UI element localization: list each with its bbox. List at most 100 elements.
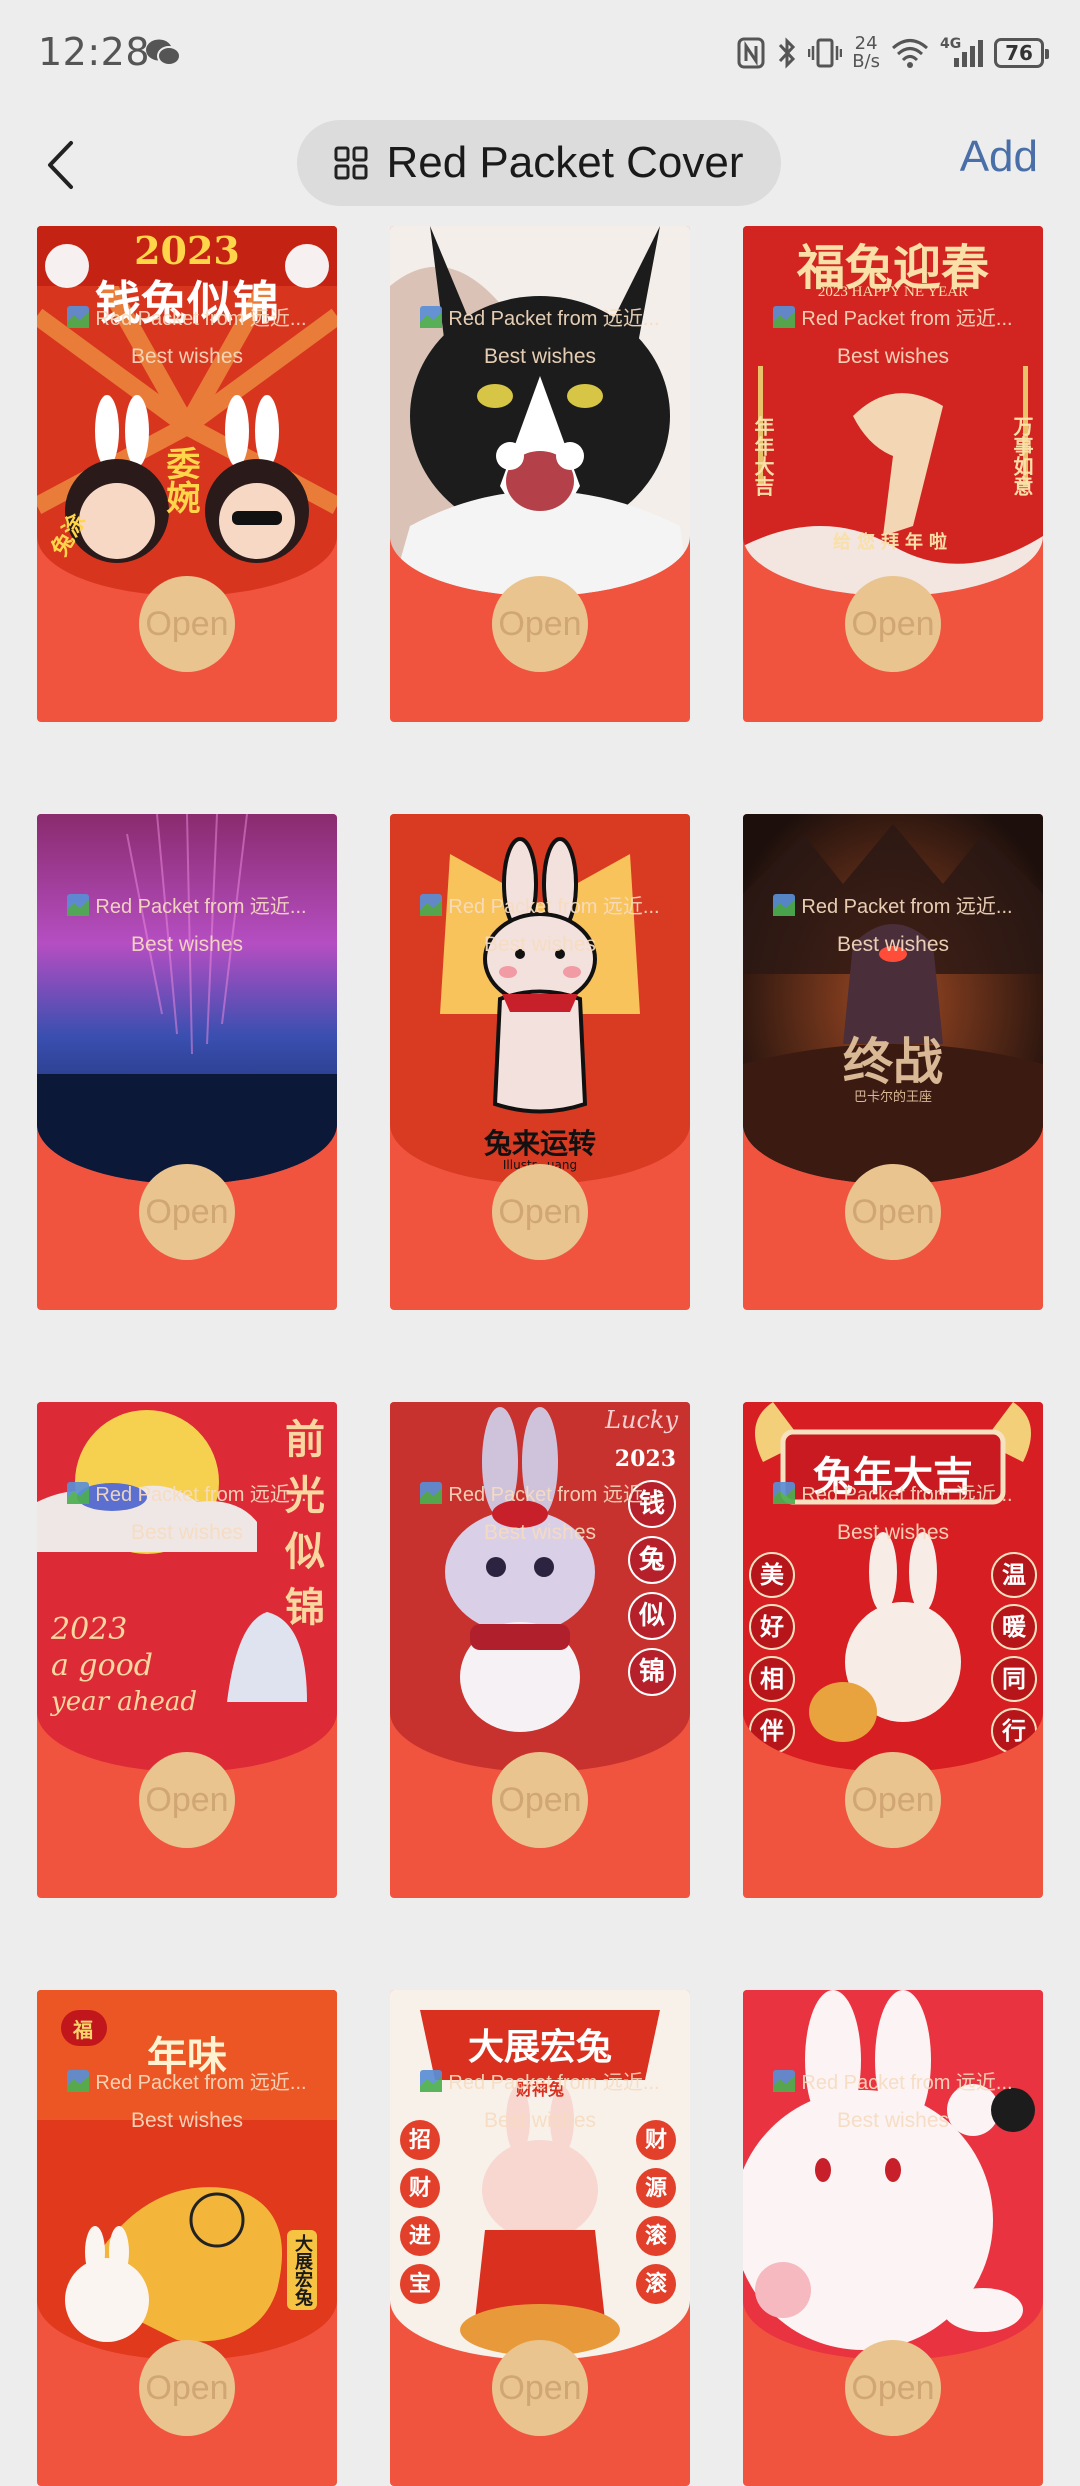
rabbit-couple-art: 2023 钱兔似锦 委婉 兔涂: [37, 226, 337, 596]
battery-icon: 76: [994, 38, 1049, 68]
nav-bar: Red Packet Cover Add: [0, 110, 1080, 220]
open-button[interactable]: Open: [845, 2340, 941, 2436]
art-greeting: 给您拜年啦: [833, 532, 953, 553]
fortune-rabbit-art: 大展宏兔 财神兔 招 财 进 宝 财 源 滚 滚: [390, 1990, 690, 2360]
art-vertical-text: 前 光 似 锦: [285, 1412, 325, 1636]
red-packet-card[interactable]: 前 光 似 锦 2023 a good year ahead Red Packe…: [37, 1402, 337, 1898]
art-char: 源: [636, 2168, 676, 2208]
open-button[interactable]: Open: [845, 1164, 941, 1260]
battery-level: 76: [1005, 41, 1033, 65]
art-char: 锦: [285, 1584, 325, 1631]
art-title: 兔年大吉: [813, 1453, 973, 1500]
red-packet-card[interactable]: 兔年大吉 美 好 相 伴 温 暖 同 行 Red Packet from 远近.…: [743, 1402, 1043, 1898]
art-center-text: 委婉: [160, 446, 200, 514]
art-char: 锦: [628, 1648, 676, 1696]
open-button[interactable]: Open: [492, 2340, 588, 2436]
moon-rabbit-art: 前 光 似 锦 2023 a good year ahead: [37, 1402, 337, 1772]
status-time: 12:28: [38, 30, 151, 74]
wifi-icon: [892, 39, 928, 68]
open-button[interactable]: Open: [139, 1752, 235, 1848]
art-char: 宝: [400, 2264, 440, 2304]
bluetooth-icon: [779, 37, 796, 69]
art-char: 前: [285, 1416, 325, 1463]
art-left-column: 招 财 进 宝: [400, 2120, 444, 2304]
rabbit-mascot-art: 兔年大吉 美 好 相 伴 温 暖 同 行: [743, 1402, 1043, 1772]
add-button[interactable]: Add: [960, 132, 1038, 182]
cellular-signal-icon: 4G: [940, 36, 984, 70]
white-rabbit-art: [743, 1990, 1043, 2360]
art-char: 相: [749, 1656, 795, 1702]
wechat-icon: [146, 39, 181, 66]
vibrate-icon: [808, 38, 843, 68]
open-button[interactable]: Open: [492, 576, 588, 672]
open-button[interactable]: Open: [139, 1164, 235, 1260]
art-char: 滚: [636, 2264, 676, 2304]
open-button[interactable]: Open: [845, 576, 941, 672]
game-art: 终战 巴卡尔的王座: [743, 814, 1043, 1184]
art-line: year ahead: [51, 1687, 198, 1717]
back-button[interactable]: [30, 130, 90, 200]
open-button[interactable]: Open: [139, 576, 235, 672]
art-side-text: 大展宏兔: [287, 2230, 317, 2310]
art-char: 财: [636, 2120, 676, 2160]
dragon-art: 福 年味 大展宏兔: [37, 1990, 337, 2360]
aurora-art: [37, 814, 337, 1184]
art-right-column: 温 暖 同 行: [991, 1552, 1037, 1754]
open-button[interactable]: Open: [845, 1752, 941, 1848]
network-speed-unit: B/s: [852, 51, 880, 72]
art-char: 同: [991, 1656, 1037, 1702]
page-title: Red Packet Cover: [386, 138, 744, 187]
cover-grid: 2023 钱兔似锦 委婉 兔涂 Red Packet from 远近... Be…: [0, 224, 1080, 2486]
grid-icon: [334, 146, 368, 180]
art-char: 伴: [749, 1708, 795, 1754]
red-packet-card[interactable]: Lucky 2023 钱 兔 似 锦 Red Packet from 远近...…: [390, 1402, 690, 1898]
art-right-text: 万事如意: [1010, 416, 1034, 496]
art-title: 年味: [147, 2033, 227, 2080]
art-char: 温: [991, 1552, 1037, 1598]
art-title: 终战: [843, 1032, 943, 1091]
art-line: a good: [51, 1648, 153, 1683]
art-left-column: 美 好 相 伴: [749, 1552, 795, 1754]
art-char: 滚: [636, 2216, 676, 2256]
cartoon-rabbit-art: 兔来运转 Illustr...uang: [390, 814, 690, 1184]
art-title: 兔来运转: [483, 1127, 596, 1160]
art-char: 招: [400, 2120, 440, 2160]
title-pill[interactable]: Red Packet Cover: [297, 120, 781, 206]
art-char: 钱: [628, 1480, 676, 1528]
art-char: 兔: [628, 1536, 676, 1584]
red-packet-card[interactable]: 大展宏兔 财神兔 招 财 进 宝 财 源 滚 滚 Red Packet from…: [390, 1990, 690, 2486]
art-char: 光: [285, 1472, 325, 1519]
chevron-left-icon: [48, 141, 73, 189]
art-lucky: Lucky: [605, 1406, 678, 1434]
red-packet-card[interactable]: 福兔迎春 2023 HAPPY NE YEAR 年年大吉 万事如意 给您拜年啦 …: [743, 226, 1043, 722]
art-right-column: 财 源 滚 滚: [636, 2120, 680, 2304]
status-indicators: 24 B/s 4G 76: [736, 28, 1049, 78]
art-vertical-text: 钱 兔 似 锦: [628, 1480, 678, 1696]
open-button[interactable]: Open: [492, 1164, 588, 1260]
art-char: 美: [749, 1552, 795, 1598]
red-packet-card[interactable]: Red Packet from 远近... Best wishes Open: [390, 226, 690, 722]
art-year: 2023: [614, 1446, 676, 1472]
red-packet-card[interactable]: Red Packet from 远近... Best wishes Open: [37, 814, 337, 1310]
red-packet-card[interactable]: Red Packet from 远近... Best wishes Open: [743, 1990, 1043, 2486]
art-char: 财: [400, 2168, 440, 2208]
art-char: 似: [285, 1528, 325, 1575]
red-packet-card[interactable]: 2023 钱兔似锦 委婉 兔涂 Red Packet from 远近... Be…: [37, 226, 337, 722]
open-button[interactable]: Open: [139, 2340, 235, 2436]
status-bar: 12:28 24 B/s 4G 76: [0, 0, 1080, 110]
nfc-icon: [737, 37, 765, 69]
art-left-text: 年年大吉: [751, 416, 775, 496]
art-char: 进: [400, 2216, 440, 2256]
cat-art: [390, 226, 690, 596]
art-slogan: 2023 a good year ahead: [51, 1612, 197, 1720]
rabbit-emblem-art: 福兔迎春 2023 HAPPY NE YEAR 年年大吉 万事如意 给您拜年啦: [743, 226, 1043, 596]
bunny-doll-art: Lucky 2023 钱 兔 似 锦: [390, 1402, 690, 1772]
red-packet-card[interactable]: 福 年味 大展宏兔 Red Packet from 远近... Best wis…: [37, 1990, 337, 2486]
art-char: 行: [991, 1708, 1037, 1754]
open-button[interactable]: Open: [492, 1752, 588, 1848]
red-packet-card[interactable]: 终战 巴卡尔的王座 Red Packet from 远近... Best wis…: [743, 814, 1043, 1310]
art-title: 钱兔似锦: [95, 276, 279, 330]
art-subtitle: 2023 HAPPY NE YEAR: [817, 284, 969, 300]
art-year: 2023: [51, 1612, 128, 1647]
red-packet-card[interactable]: 兔来运转 Illustr...uang Red Packet from 远近..…: [390, 814, 690, 1310]
